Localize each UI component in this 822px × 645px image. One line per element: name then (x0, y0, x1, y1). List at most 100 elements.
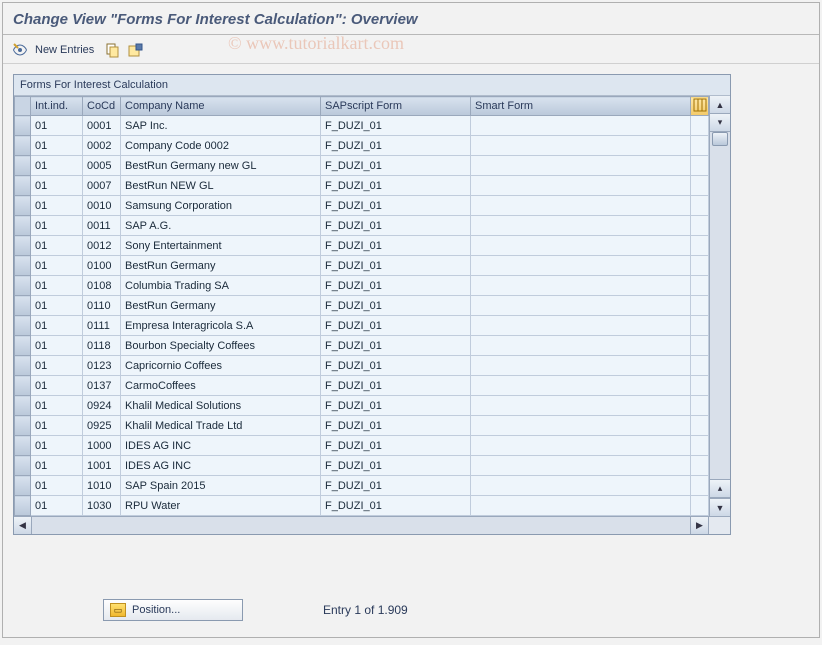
cell-smart-form[interactable] (471, 256, 691, 276)
cell-cocd[interactable]: 0108 (83, 276, 121, 296)
cell-cocd[interactable]: 0001 (83, 116, 121, 136)
cell-company-name[interactable]: Bourbon Specialty Coffees (121, 336, 321, 356)
cell-smart-form[interactable] (471, 136, 691, 156)
scroll-track[interactable] (710, 132, 730, 480)
cell-smart-form[interactable] (471, 296, 691, 316)
cell-smart-form[interactable] (471, 316, 691, 336)
copy-as-icon[interactable] (104, 41, 122, 59)
row-selector[interactable] (15, 296, 31, 316)
cell-smart-form[interactable] (471, 156, 691, 176)
cell-company-name[interactable]: Khalil Medical Trade Ltd (121, 416, 321, 436)
cell-sapscript-form[interactable]: F_DUZI_01 (321, 456, 471, 476)
cell-sapscript-form[interactable]: F_DUZI_01 (321, 316, 471, 336)
cell-company-name[interactable]: Capricornio Coffees (121, 356, 321, 376)
cell-int-ind[interactable]: 01 (31, 336, 83, 356)
cell-cocd[interactable]: 0111 (83, 316, 121, 336)
cell-sapscript-form[interactable]: F_DUZI_01 (321, 136, 471, 156)
cell-int-ind[interactable]: 01 (31, 276, 83, 296)
scroll-right-icon[interactable]: ▶ (690, 517, 708, 534)
cell-int-ind[interactable]: 01 (31, 136, 83, 156)
table-row[interactable]: 011000IDES AG INCF_DUZI_01 (15, 436, 709, 456)
cell-cocd[interactable]: 0100 (83, 256, 121, 276)
row-selector[interactable] (15, 396, 31, 416)
cell-smart-form[interactable] (471, 356, 691, 376)
cell-int-ind[interactable]: 01 (31, 156, 83, 176)
cell-int-ind[interactable]: 01 (31, 216, 83, 236)
cell-smart-form[interactable] (471, 436, 691, 456)
row-selector[interactable] (15, 216, 31, 236)
row-selector[interactable] (15, 316, 31, 336)
cell-int-ind[interactable]: 01 (31, 496, 83, 516)
row-selector[interactable] (15, 156, 31, 176)
cell-cocd[interactable]: 0110 (83, 296, 121, 316)
row-selector[interactable] (15, 176, 31, 196)
cell-cocd[interactable]: 0123 (83, 356, 121, 376)
cell-int-ind[interactable]: 01 (31, 376, 83, 396)
row-selector[interactable] (15, 196, 31, 216)
row-selector[interactable] (15, 356, 31, 376)
table-row[interactable]: 010001SAP Inc.F_DUZI_01 (15, 116, 709, 136)
table-row[interactable]: 011030RPU WaterF_DUZI_01 (15, 496, 709, 516)
row-selector[interactable] (15, 116, 31, 136)
cell-smart-form[interactable] (471, 416, 691, 436)
cell-cocd[interactable]: 0012 (83, 236, 121, 256)
table-row[interactable]: 011001IDES AG INCF_DUZI_01 (15, 456, 709, 476)
table-row[interactable]: 010924Khalil Medical SolutionsF_DUZI_01 (15, 396, 709, 416)
cell-sapscript-form[interactable]: F_DUZI_01 (321, 116, 471, 136)
cell-cocd[interactable]: 0010 (83, 196, 121, 216)
vertical-scrollbar[interactable]: ▲ ▾ ▴ ▼ (709, 96, 730, 516)
table-row[interactable]: 010118Bourbon Specialty CoffeesF_DUZI_01 (15, 336, 709, 356)
cell-smart-form[interactable] (471, 236, 691, 256)
col-int-ind[interactable]: Int.ind. (31, 97, 83, 116)
cell-company-name[interactable]: Company Code 0002 (121, 136, 321, 156)
table-row[interactable]: 010111Empresa Interagricola S.AF_DUZI_01 (15, 316, 709, 336)
cell-sapscript-form[interactable]: F_DUZI_01 (321, 236, 471, 256)
cell-cocd[interactable]: 0118 (83, 336, 121, 356)
cell-company-name[interactable]: BestRun Germany new GL (121, 156, 321, 176)
table-row[interactable]: 010002Company Code 0002F_DUZI_01 (15, 136, 709, 156)
cell-smart-form[interactable] (471, 196, 691, 216)
row-selector[interactable] (15, 436, 31, 456)
row-selector[interactable] (15, 276, 31, 296)
table-row[interactable]: 010925Khalil Medical Trade LtdF_DUZI_01 (15, 416, 709, 436)
table-row[interactable]: 010005BestRun Germany new GLF_DUZI_01 (15, 156, 709, 176)
delete-icon[interactable] (126, 41, 144, 59)
cell-int-ind[interactable]: 01 (31, 476, 83, 496)
cell-sapscript-form[interactable]: F_DUZI_01 (321, 396, 471, 416)
cell-company-name[interactable]: IDES AG INC (121, 456, 321, 476)
table-row[interactable]: 010137CarmoCoffeesF_DUZI_01 (15, 376, 709, 396)
cell-cocd[interactable]: 0005 (83, 156, 121, 176)
scroll-left-icon[interactable]: ◀ (14, 517, 32, 534)
cell-company-name[interactable]: Empresa Interagricola S.A (121, 316, 321, 336)
row-selector[interactable] (15, 236, 31, 256)
cell-company-name[interactable]: Khalil Medical Solutions (121, 396, 321, 416)
scroll-up-icon[interactable]: ▲ (710, 96, 730, 114)
table-row[interactable]: 010108Columbia Trading SAF_DUZI_01 (15, 276, 709, 296)
cell-smart-form[interactable] (471, 376, 691, 396)
cell-sapscript-form[interactable]: F_DUZI_01 (321, 176, 471, 196)
cell-int-ind[interactable]: 01 (31, 316, 83, 336)
cell-company-name[interactable]: Columbia Trading SA (121, 276, 321, 296)
cell-cocd[interactable]: 0137 (83, 376, 121, 396)
cell-sapscript-form[interactable]: F_DUZI_01 (321, 296, 471, 316)
cell-sapscript-form[interactable]: F_DUZI_01 (321, 256, 471, 276)
table-row[interactable]: 010012Sony EntertainmentF_DUZI_01 (15, 236, 709, 256)
cell-sapscript-form[interactable]: F_DUZI_01 (321, 376, 471, 396)
cell-sapscript-form[interactable]: F_DUZI_01 (321, 276, 471, 296)
cell-smart-form[interactable] (471, 496, 691, 516)
cell-company-name[interactable]: SAP Inc. (121, 116, 321, 136)
cell-smart-form[interactable] (471, 456, 691, 476)
cell-sapscript-form[interactable]: F_DUZI_01 (321, 156, 471, 176)
cell-cocd[interactable]: 1010 (83, 476, 121, 496)
cell-sapscript-form[interactable]: F_DUZI_01 (321, 496, 471, 516)
cell-int-ind[interactable]: 01 (31, 416, 83, 436)
cell-company-name[interactable]: BestRun Germany (121, 296, 321, 316)
col-sapscript-form[interactable]: SAPscript Form (321, 97, 471, 116)
cell-int-ind[interactable]: 01 (31, 436, 83, 456)
cell-int-ind[interactable]: 01 (31, 456, 83, 476)
new-entries-button[interactable]: New Entries (33, 44, 100, 56)
cell-company-name[interactable]: IDES AG INC (121, 436, 321, 456)
cell-company-name[interactable]: BestRun Germany (121, 256, 321, 276)
position-button[interactable]: ▭ Position... (103, 599, 243, 621)
cell-int-ind[interactable]: 01 (31, 116, 83, 136)
